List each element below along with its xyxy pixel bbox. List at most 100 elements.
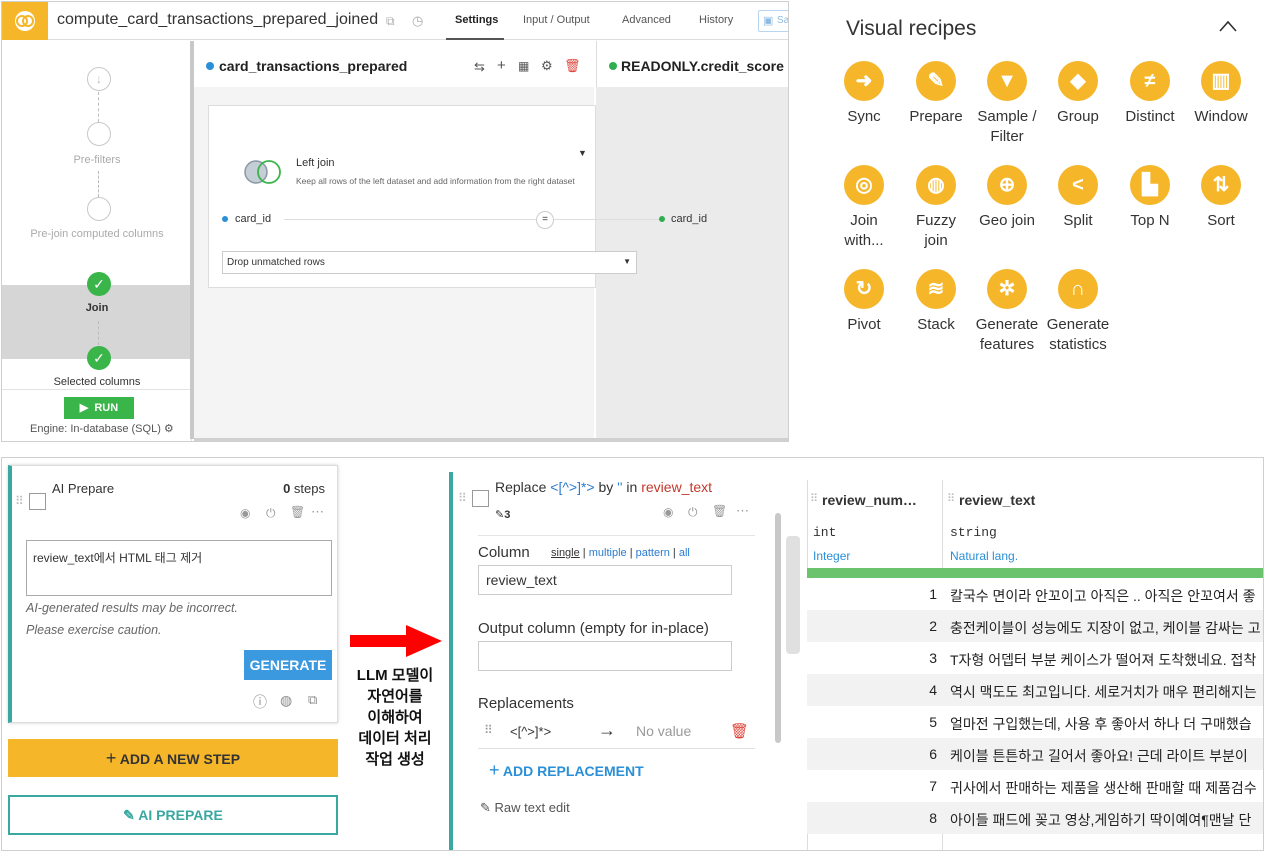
gear-sparkle-icon: ✲ [987, 269, 1027, 309]
step-prefilters-label[interactable]: Pre-filters [2, 154, 192, 166]
collapse-chevron-up-icon[interactable] [1218, 19, 1238, 33]
trash-icon[interactable]: 🗑 [290, 505, 305, 519]
save-button[interactable]: ▣ Sa [758, 10, 788, 32]
tab-input-output[interactable]: Input / Output [523, 14, 590, 26]
step-selected-check-icon[interactable]: ✓ [87, 346, 111, 370]
ai-prompt-textarea[interactable]: review_text에서 HTML 태그 제거 [26, 540, 332, 596]
tab-advanced[interactable]: Advanced [622, 14, 671, 26]
history-clock-icon[interactable]: ◷ [412, 13, 423, 29]
copy-icon[interactable]: ⧉ [386, 14, 395, 29]
step-selected-label[interactable]: Selected columns [2, 376, 192, 388]
mode-single[interactable]: single [551, 547, 580, 559]
ai-prepare-button[interactable]: ✎ AI PREPARE [8, 795, 338, 835]
recipe-sync[interactable]: ➜ Sync [826, 61, 902, 127]
eye-icon[interactable]: ◉ [240, 506, 250, 520]
left-key[interactable]: card_id [235, 213, 271, 225]
power-icon[interactable]: ⏻ [688, 505, 698, 520]
more-options-icon[interactable]: ⋯ [736, 503, 749, 519]
recipe-fuzzy-join[interactable]: ◍ Fuzzy join [898, 165, 974, 251]
step-list-scrollbar[interactable] [775, 513, 781, 743]
more-options-icon[interactable]: ⋯ [311, 504, 324, 520]
copy-icon[interactable]: ⧉ [308, 692, 317, 708]
tab-history[interactable]: History [699, 14, 733, 26]
step-prefilters-circle[interactable] [87, 122, 111, 146]
replace-step-checkbox[interactable] [472, 490, 489, 507]
edit-icon: ✎ [480, 800, 491, 815]
table-row[interactable]: 6 케이블 튼튼하고 길어서 좋아요! 근데 라이트 부분이 [807, 738, 1263, 770]
recipe-not-equal[interactable]: ≠ Distinct [1112, 61, 1188, 127]
table-row[interactable]: 7 귀사에서 판매하는 제품을 생산해 판매할 때 제품검수 [807, 770, 1263, 802]
info-icon[interactable]: ⓘ [253, 692, 267, 712]
delete-replacement-trash-icon[interactable]: 🗑 [730, 722, 749, 740]
column-input[interactable]: review_text [478, 565, 732, 595]
recipe-filter[interactable]: ▼ Sample / Filter [969, 61, 1045, 147]
eye-icon[interactable]: ◉ [663, 505, 673, 519]
step-join-label[interactable]: Join [2, 302, 192, 314]
recipe-stack[interactable]: ≋ Stack [898, 269, 974, 335]
column-drag-handle-icon[interactable]: ⠿ [810, 492, 818, 505]
recipe-group[interactable]: ◆ Group [1040, 61, 1116, 127]
run-button[interactable]: ▶ RUN [64, 397, 134, 419]
engine-settings-gear-icon[interactable]: ⚙ [164, 423, 174, 435]
table-row[interactable]: 2 충전케이블이 성능에도 지장이 없고, 케이블 감싸는 고 [807, 610, 1263, 642]
column-drag-handle-icon[interactable]: ⠿ [947, 492, 955, 505]
mode-pattern[interactable]: pattern [636, 547, 670, 559]
palette-icon[interactable]: ◍ [280, 692, 292, 709]
right-key[interactable]: card_id [671, 213, 707, 225]
join-type-dropdown-icon[interactable]: ▼ [578, 148, 587, 158]
mode-all[interactable]: all [679, 547, 690, 559]
recipe-pivot[interactable]: ↻ Pivot [826, 269, 902, 335]
table-row[interactable]: 4 역시 맥도도 최고입니다. 세로거치가 매우 편리해지는 [807, 674, 1263, 706]
column-meaning[interactable]: Natural lang. [950, 549, 1018, 563]
output-column-input[interactable] [478, 641, 732, 671]
horizontal-scrollbar[interactable] [194, 438, 788, 441]
replacement-pattern[interactable]: <[^>]*> [510, 724, 551, 739]
input-arrow-down-icon[interactable]: ↓ [87, 67, 111, 91]
column-storage-type: string [950, 525, 997, 540]
mode-multiple[interactable]: multiple [589, 547, 627, 559]
power-icon[interactable]: ⏻ [266, 506, 276, 521]
join-type-label[interactable]: Left join [296, 157, 335, 169]
step-join-check-icon[interactable]: ✓ [87, 272, 111, 296]
replacement-value[interactable]: No value [636, 723, 691, 739]
recipe-sort[interactable]: ⇅ Sort [1183, 165, 1259, 231]
drag-handle-icon[interactable]: ⠿ [484, 723, 493, 737]
drag-handle-icon[interactable]: ⠿ [15, 494, 24, 508]
left-join-venn-icon[interactable] [243, 159, 283, 185]
drag-handle-icon[interactable]: ⠿ [458, 491, 467, 505]
recipe-gear-sparkle[interactable]: ✲ Generate features [969, 269, 1045, 355]
generate-button[interactable]: GENERATE [244, 650, 332, 680]
panel-divider-handle[interactable] [786, 536, 800, 654]
add-replacement-button[interactable]: + ADD REPLACEMENT [489, 760, 644, 781]
table-row[interactable]: 5 얼마전 구입했는데, 사용 후 좋아서 하나 더 구매했습 [807, 706, 1263, 738]
raw-text-edit-link[interactable]: ✎ Raw text edit [480, 800, 570, 816]
table-row[interactable]: 8 아이들 패드에 꽂고 영상,게임하기 딱이예여¶맨날 단 [807, 802, 1263, 834]
column-header-review-text[interactable]: review_text [959, 492, 1035, 508]
join-operator[interactable]: = [536, 211, 554, 229]
add-dataset-icon[interactable]: + [497, 57, 506, 74]
trash-icon[interactable]: 🗑 [712, 504, 727, 518]
add-new-step-button[interactable]: + ADD A NEW STEP [8, 739, 338, 777]
unmatched-rows-select[interactable]: Drop unmatched rows ▼ [222, 251, 637, 274]
step-prejoin-label[interactable]: Pre-join computed columns [2, 228, 192, 240]
recipe-bell-curve[interactable]: ∩ Generate statistics [1040, 269, 1116, 355]
recipe-globe[interactable]: ⊕ Geo join [969, 165, 1045, 231]
dataset-settings-gear-icon[interactable]: ⚙ [541, 58, 553, 74]
replace-step-title[interactable]: Replace <[^>]*> by '' in review_text [495, 479, 712, 495]
recipe-split[interactable]: < Split [1040, 165, 1116, 231]
tab-settings[interactable]: Settings [455, 14, 498, 26]
recipe-brush[interactable]: ✎ Prepare [898, 61, 974, 127]
table-grid-icon[interactable]: ▦ [518, 59, 529, 73]
recipe-join[interactable]: ◎ Join with... [826, 165, 902, 251]
step-prejoin-circle[interactable] [87, 197, 111, 221]
column-meaning[interactable]: Integer [813, 549, 850, 563]
pivot-icon: ↻ [844, 269, 884, 309]
ai-prepare-checkbox[interactable] [29, 493, 46, 510]
recipe-top-n[interactable]: ▙ Top N [1112, 165, 1188, 231]
table-row[interactable]: 1 칼국수 면이라 안꼬이고 아직은 .. 아직은 안꼬여서 좋 [807, 578, 1263, 610]
recipe-window[interactable]: ▥ Window [1183, 61, 1259, 127]
column-header-review-num[interactable]: review_num… [822, 492, 917, 508]
table-row[interactable]: 3 T자형 어뎁터 부분 케이스가 떨어져 도착했네요. 접착 [807, 642, 1263, 674]
dataset-switch-icon[interactable]: ⇆ [474, 59, 485, 75]
delete-dataset-trash-icon[interactable]: 🗑 [564, 58, 581, 74]
